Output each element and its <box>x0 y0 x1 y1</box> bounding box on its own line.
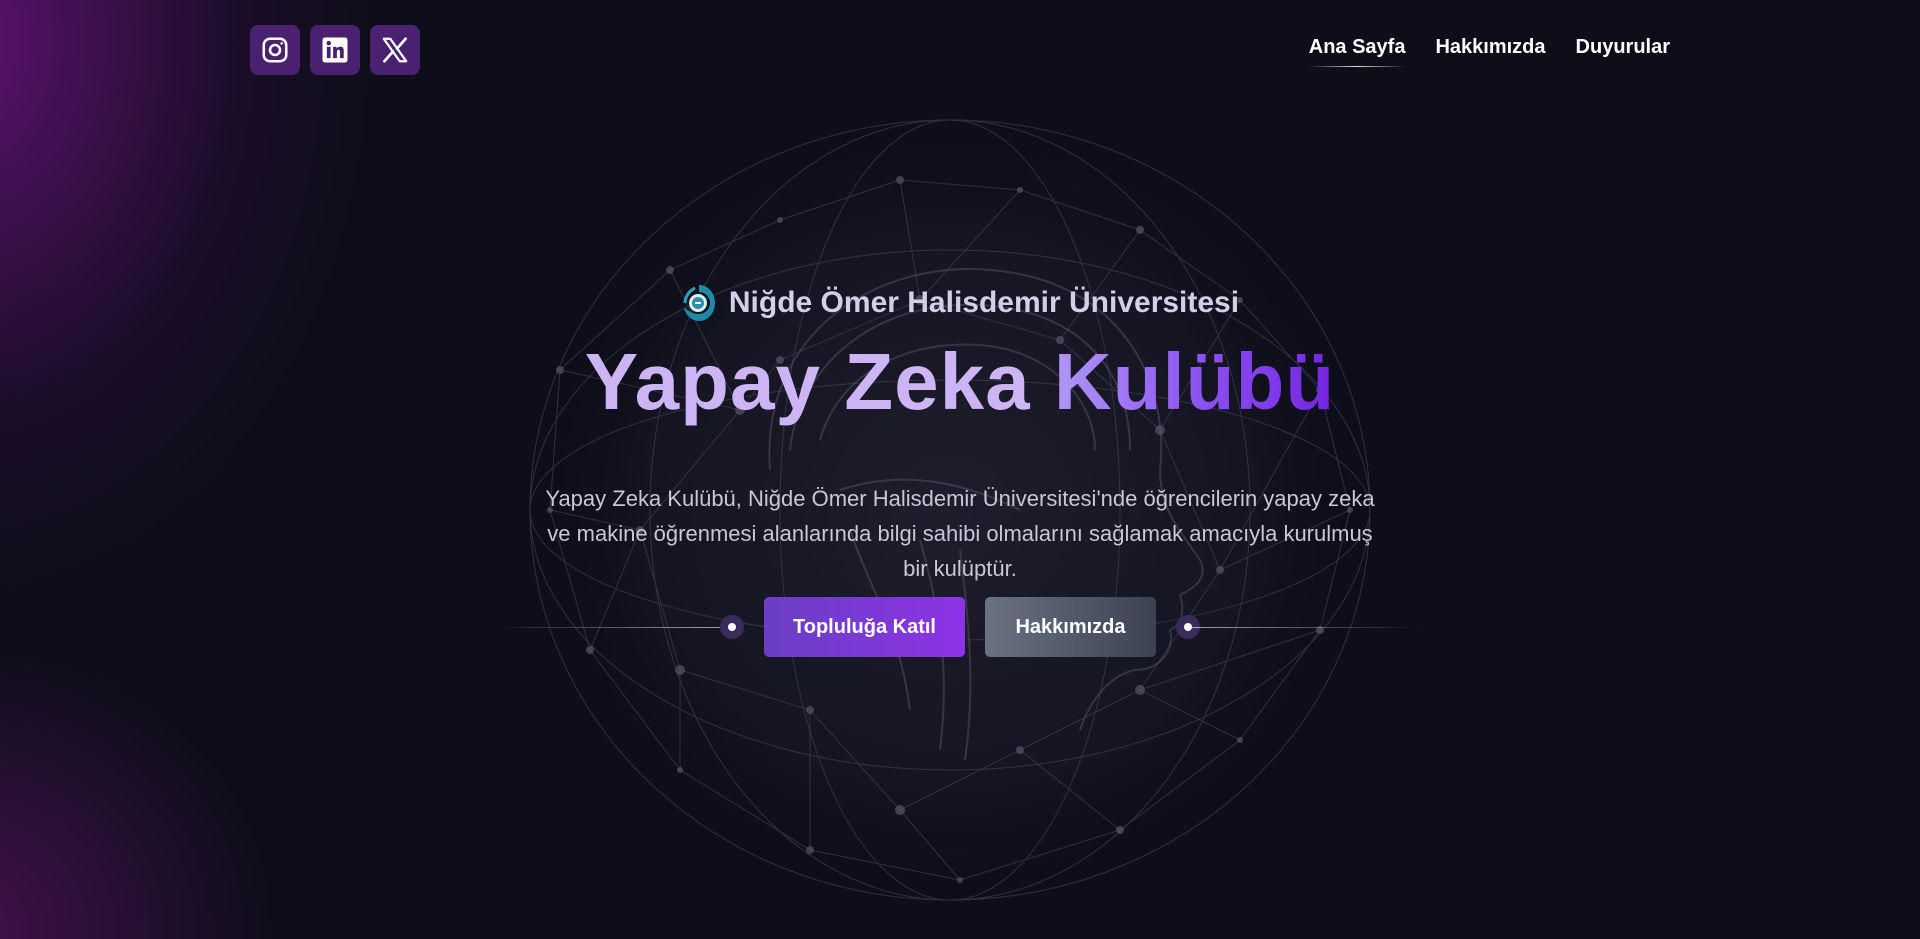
decorative-line-right <box>1188 627 1423 628</box>
hero-actions: Topluluğa Katıl Hakkımızda <box>0 597 1920 657</box>
decorative-dot-left <box>720 615 744 639</box>
hero-description: Yapay Zeka Kulübü, Niğde Ömer Halisdemir… <box>545 485 1375 581</box>
main-nav: Ana Sayfa Hakkımızda Duyurular <box>1308 36 1670 67</box>
social-links <box>250 25 420 75</box>
page-title: Yapay Zeka Kulübü <box>0 337 1920 427</box>
nav-link-about[interactable]: Hakkımızda <box>1435 36 1545 59</box>
page: Ana Sayfa Hakkımızda Duyurular Niğde Öme… <box>0 0 1920 939</box>
instagram-button[interactable] <box>250 25 300 75</box>
nav-link-announcements[interactable]: Duyurular <box>1576 36 1670 59</box>
decorative-line-left <box>490 627 725 628</box>
university-logo-icon <box>683 285 715 321</box>
linkedin-icon <box>322 37 348 63</box>
join-community-button[interactable]: Topluluğa Katıl <box>764 597 965 657</box>
x-button[interactable] <box>370 25 420 75</box>
x-icon <box>382 37 408 63</box>
title-part-2: Kulübü <box>1053 337 1336 426</box>
hero-section: Niğde Ömer Halisdemir Üniversitesi Yapay… <box>0 282 1920 586</box>
title-part-1: Yapay Zeka <box>584 337 1031 426</box>
linkedin-button[interactable] <box>310 25 360 75</box>
university-name: Niğde Ömer Halisdemir Üniversitesi <box>728 286 1240 319</box>
instagram-icon <box>262 37 288 63</box>
nav-link-home[interactable]: Ana Sayfa <box>1308 36 1405 67</box>
about-button[interactable]: Hakkımızda <box>985 597 1156 657</box>
university-header: Niğde Ömer Halisdemir Üniversitesi <box>681 282 1239 324</box>
